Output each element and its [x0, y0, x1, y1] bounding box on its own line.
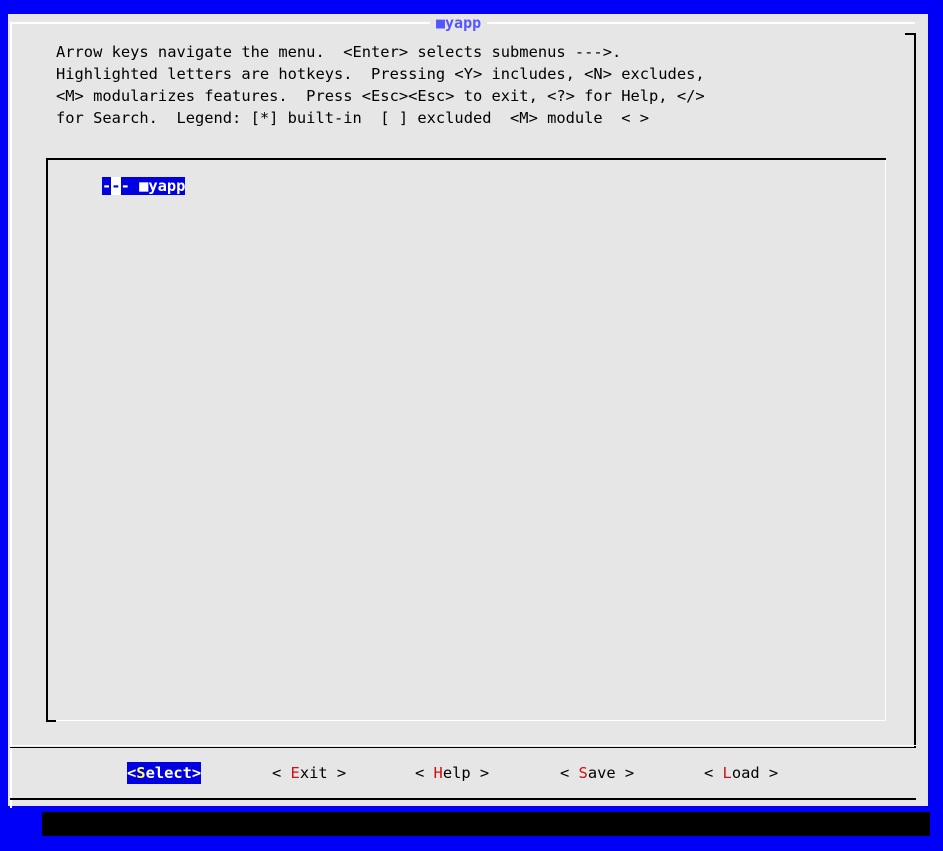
help-text-line-1: Arrow keys navigate the menu. <Enter> se… — [56, 43, 622, 61]
menu-list-box[interactable] — [46, 158, 886, 720]
dialog-frame-right — [914, 34, 916, 748]
dialog-title: ■yapp — [430, 14, 488, 32]
menu-list-border-bottom — [46, 720, 886, 721]
dialog-frame-left — [10, 22, 12, 808]
menu-item-cursor: - — [111, 177, 121, 195]
exit-button[interactable]: < Exit > — [272, 762, 346, 784]
menu-list-border-top — [46, 158, 886, 160]
menu-list-corner — [46, 720, 56, 722]
menu-item-label: ■yapp — [129, 177, 186, 195]
menu-item-prefix-left: - — [102, 177, 112, 195]
help-text-line-2: Highlighted letters are hotkeys. Pressin… — [56, 65, 705, 83]
menu-item-prefix-right: - — [120, 177, 130, 195]
help-text-line-4: for Search. Legend: [*] built-in [ ] exc… — [56, 109, 650, 127]
help-text-line-3: <M> modularizes features. Press <Esc><Es… — [56, 87, 705, 105]
dialog-shadow — [42, 812, 930, 836]
menu-list-border-left — [46, 158, 48, 722]
menu-list-border-right — [885, 160, 886, 721]
button-bar-separator-dark — [10, 747, 916, 748]
help-button[interactable]: < Help > — [415, 762, 489, 784]
button-bar-separator-light — [10, 745, 916, 746]
load-button[interactable]: < Load > — [704, 762, 778, 784]
save-button[interactable]: < Save > — [560, 762, 634, 784]
select-button[interactable]: <Select> — [127, 762, 202, 784]
dialog-frame-corner — [905, 33, 916, 35]
dialog-frame-bottom — [10, 798, 916, 800]
menu-item-myapp[interactable]: --- ■yapp — [102, 176, 186, 196]
